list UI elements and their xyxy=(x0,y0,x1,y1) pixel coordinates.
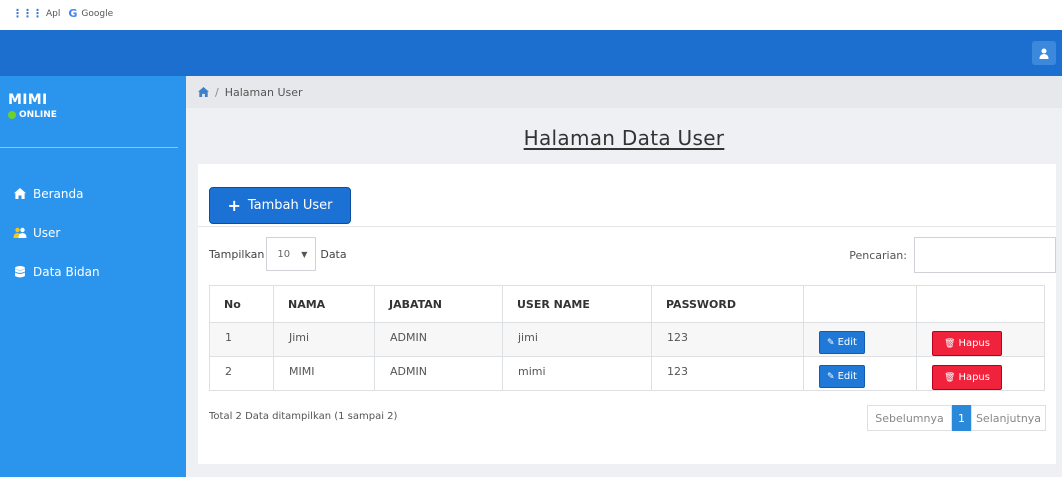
breadcrumb: / Halaman User xyxy=(186,76,1062,108)
edit-label: Edit xyxy=(837,337,857,348)
sidebar: MIMI ONLINE Beranda User Data Bidan xyxy=(0,76,186,477)
column-header-password[interactable]: PASSWORD xyxy=(651,285,804,323)
edit-icon: ✎ xyxy=(827,337,835,348)
table-info: Total 2 Data ditampilkan (1 sampai 2) xyxy=(209,411,398,422)
edit-button[interactable]: ✎ Edit xyxy=(819,331,865,354)
column-header-nama[interactable]: NAMA xyxy=(273,285,375,323)
sidebar-item-label: Data Bidan xyxy=(33,264,100,279)
sidebar-item-label: Beranda xyxy=(33,186,84,201)
table-header-row: No NAMA JABATAN USER NAME PASSWORD xyxy=(209,285,1045,323)
cell-username: jimi xyxy=(502,322,652,357)
bookmarks-bar: ⋮⋮⋮ Apl G Google xyxy=(0,0,1062,30)
edit-label: Edit xyxy=(837,371,857,382)
online-status: ONLINE xyxy=(8,110,178,120)
pagination: Sebelumnya 1 Selanjutnya xyxy=(867,405,1046,431)
cell-edit: ✎ Edit xyxy=(803,322,917,357)
page-length-value: 10 xyxy=(277,248,291,260)
column-header-hapus xyxy=(916,285,1045,323)
edit-icon: ✎ xyxy=(827,371,835,382)
cell-no: 1 xyxy=(209,322,274,357)
delete-button[interactable]: 🗑 Hapus xyxy=(932,365,1002,390)
cell-username: mimi xyxy=(502,356,652,391)
cell-nama: MIMI xyxy=(273,356,375,391)
delete-button[interactable]: 🗑 Hapus xyxy=(932,331,1002,356)
trash-icon: 🗑 xyxy=(944,372,956,383)
cell-no: 2 xyxy=(209,356,274,391)
column-header-edit xyxy=(803,285,917,323)
delete-label: Hapus xyxy=(958,372,990,383)
trash-icon: 🗑 xyxy=(944,338,956,349)
column-header-no[interactable]: No xyxy=(209,285,274,323)
cell-hapus: 🗑 Hapus xyxy=(916,356,1045,391)
sidebar-item-label: User xyxy=(33,225,61,240)
cell-jabatan: ADMIN xyxy=(374,322,503,357)
user-table-panel: + Tambah User Tampilkan 10 ▼ Data Pencar… xyxy=(198,164,1056,464)
google-icon: G xyxy=(68,7,78,20)
pagination-page-current[interactable]: 1 xyxy=(952,405,971,431)
cell-hapus: 🗑 Hapus xyxy=(916,322,1045,357)
search-input[interactable] xyxy=(914,237,1056,273)
search-control: Pencarian: xyxy=(849,237,1056,273)
data-label: Data xyxy=(320,247,347,261)
cell-edit: ✎ Edit xyxy=(803,356,917,391)
bookmark-apps-label: Apl xyxy=(46,8,61,19)
main-content: / Halaman User Halaman Data User + Tamba… xyxy=(186,76,1062,477)
cell-password: 123 xyxy=(651,322,804,357)
sidebar-menu: Beranda User Data Bidan xyxy=(0,174,186,291)
cell-password: 123 xyxy=(651,356,804,391)
cell-jabatan: ADMIN xyxy=(374,356,503,391)
add-user-label: Tambah User xyxy=(247,198,333,213)
bookmark-google[interactable]: G Google xyxy=(68,8,113,19)
sidebar-item-beranda[interactable]: Beranda xyxy=(0,174,186,213)
home-icon xyxy=(14,188,26,199)
user-table: No NAMA JABATAN USER NAME PASSWORD 1 Jim… xyxy=(209,285,1045,391)
edit-button[interactable]: ✎ Edit xyxy=(819,365,865,388)
pagination-next[interactable]: Selanjutnya xyxy=(971,405,1046,431)
sidebar-item-user[interactable]: User xyxy=(0,213,186,252)
breadcrumb-home-icon[interactable] xyxy=(198,87,209,97)
table-row: 1 Jimi ADMIN jimi 123 ✎ Edit 🗑 Hapus xyxy=(209,322,1045,357)
show-label: Tampilkan xyxy=(209,247,265,261)
table-row: 2 MIMI ADMIN mimi 123 ✎ Edit 🗑 Hapus xyxy=(209,356,1045,391)
user-profile: MIMI ONLINE xyxy=(0,76,178,148)
database-icon xyxy=(15,265,25,277)
page-title: Halaman Data User xyxy=(523,126,725,150)
breadcrumb-current: Halaman User xyxy=(224,85,303,99)
profile-name: MIMI xyxy=(8,92,48,108)
sidebar-item-data-bidan[interactable]: Data Bidan xyxy=(0,252,186,291)
breadcrumb-separator: / xyxy=(215,85,219,99)
users-icon xyxy=(13,227,27,238)
user-icon xyxy=(1039,48,1049,59)
user-menu-button[interactable] xyxy=(1032,41,1056,65)
pagination-prev[interactable]: Sebelumnya xyxy=(867,405,952,431)
bookmark-apps[interactable]: ⋮⋮⋮ Apl xyxy=(12,8,60,19)
page-length-select[interactable]: 10 ▼ xyxy=(266,237,317,271)
status-text: ONLINE xyxy=(19,110,57,120)
column-header-jabatan[interactable]: JABATAN xyxy=(374,285,503,323)
page-length-control: Tampilkan 10 ▼ Data xyxy=(209,237,347,271)
add-user-button[interactable]: + Tambah User xyxy=(209,187,351,224)
cell-nama: Jimi xyxy=(273,322,375,357)
status-dot-icon xyxy=(8,111,16,119)
caret-down-icon: ▼ xyxy=(301,249,308,259)
bookmark-google-label: Google xyxy=(81,8,114,19)
plus-icon: + xyxy=(227,195,241,215)
search-label: Pencarian: xyxy=(849,248,907,262)
apps-grid-icon: ⋮⋮⋮ xyxy=(12,7,43,20)
panel-divider xyxy=(198,226,1056,227)
column-header-username[interactable]: USER NAME xyxy=(502,285,652,323)
delete-label: Hapus xyxy=(958,338,990,349)
top-navbar xyxy=(0,30,1062,76)
